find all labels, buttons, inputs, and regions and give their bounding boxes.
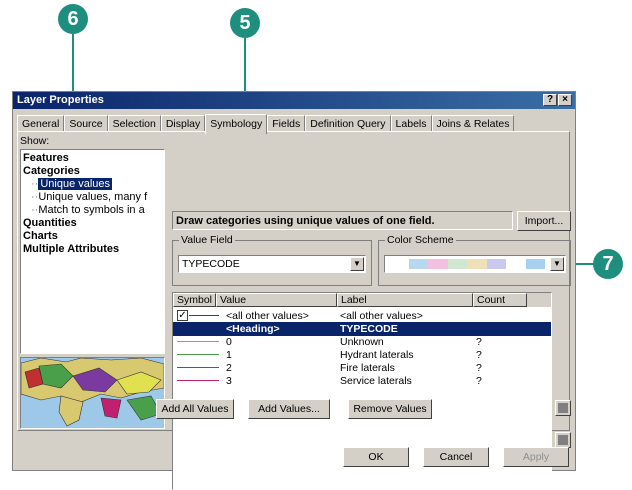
value-field-select[interactable]: TYPECODE ▼ bbox=[178, 255, 366, 273]
title-bar: Layer Properties ? × bbox=[13, 92, 575, 109]
cell-value: <all other values> bbox=[226, 310, 309, 322]
symbol-swatch[interactable] bbox=[189, 315, 219, 316]
help-button[interactable]: ? bbox=[543, 94, 557, 106]
preview-map bbox=[20, 357, 165, 429]
cell-value: 2 bbox=[226, 362, 232, 374]
table-row[interactable]: 0 Unknown? bbox=[173, 335, 551, 349]
close-button[interactable]: × bbox=[558, 94, 572, 106]
cell-count: ? bbox=[476, 375, 482, 387]
table-row[interactable]: 1 Hydrant laterals? bbox=[173, 348, 551, 362]
callout-7: 7 bbox=[593, 249, 623, 279]
cell-label: Fire laterals bbox=[340, 362, 395, 374]
tree-item-unique-values-many[interactable]: ··Unique values, many f bbox=[23, 191, 164, 204]
symbol-swatch[interactable] bbox=[177, 367, 219, 368]
table-heading-row[interactable]: <Heading> TYPECODE bbox=[173, 322, 551, 336]
tab-strip: General Source Selection Display Symbology Fi… bbox=[17, 112, 515, 134]
tab-fields[interactable]: Fields bbox=[267, 115, 306, 132]
show-label: Show: bbox=[20, 135, 50, 147]
col-count[interactable]: Count bbox=[473, 293, 527, 307]
symbol-swatch[interactable] bbox=[177, 354, 219, 355]
tree-item-label: Unique values, many f bbox=[38, 191, 148, 203]
tree-item-quantities[interactable]: Quantities bbox=[23, 217, 164, 230]
tree-item-match-to-symbols[interactable]: ··Match to symbols in a bbox=[23, 204, 164, 217]
tree-item-charts[interactable]: Charts bbox=[23, 230, 164, 243]
tab-labels[interactable]: Labels bbox=[390, 115, 432, 132]
chevron-down-icon[interactable]: ▼ bbox=[550, 257, 564, 271]
col-symbol[interactable]: Symbol bbox=[173, 293, 216, 307]
cell-label: Hydrant laterals bbox=[340, 349, 414, 361]
remove-values-button[interactable]: Remove Values bbox=[348, 399, 432, 419]
cell-label: <all other values> bbox=[340, 310, 423, 322]
add-all-values-button[interactable]: Add All Values bbox=[156, 399, 234, 419]
symbol-swatch[interactable] bbox=[177, 380, 219, 381]
cell-label: Unknown bbox=[340, 336, 384, 348]
move-up-button[interactable] bbox=[555, 400, 571, 416]
tree-item-multiple-attributes[interactable]: Multiple Attributes bbox=[23, 243, 164, 256]
symbology-panel: Show: Features Categories ·· Unique value… bbox=[17, 131, 571, 490]
tab-general[interactable]: General bbox=[17, 115, 65, 132]
cell-label: Service laterals bbox=[340, 375, 412, 387]
tab-joins-relates[interactable]: Joins & Relates bbox=[431, 115, 515, 132]
import-button[interactable]: Import... bbox=[517, 211, 571, 231]
apply-button[interactable]: Apply bbox=[503, 447, 569, 467]
callout-5: 5 bbox=[230, 8, 260, 38]
table-row[interactable]: 3 Service laterals? bbox=[173, 374, 551, 388]
cell-value: 0 bbox=[226, 336, 232, 348]
tab-symbology[interactable]: Symbology bbox=[205, 114, 268, 134]
col-label[interactable]: Label bbox=[337, 293, 473, 307]
tree-item-categories[interactable]: Categories bbox=[23, 165, 164, 178]
tab-definition-query[interactable]: Definition Query bbox=[305, 115, 391, 132]
cancel-button[interactable]: Cancel bbox=[423, 447, 489, 467]
cell-value: <Heading> bbox=[226, 323, 280, 335]
tree-item-label: Unique values bbox=[38, 178, 113, 190]
checkbox-icon[interactable]: ✓ bbox=[177, 310, 188, 321]
tab-source[interactable]: Source bbox=[64, 115, 108, 132]
table-row[interactable]: ✓ <all other values> <all other values> bbox=[173, 309, 551, 323]
value-field-label: Value Field bbox=[179, 234, 235, 246]
ok-button[interactable]: OK bbox=[343, 447, 409, 467]
cell-label: TYPECODE bbox=[340, 323, 398, 335]
add-values-button[interactable]: Add Values... bbox=[248, 399, 330, 419]
tree-item-unique-values[interactable]: ·· Unique values bbox=[23, 178, 164, 191]
callout-6: 6 bbox=[58, 4, 88, 34]
col-value[interactable]: Value bbox=[216, 293, 337, 307]
symbol-swatch[interactable] bbox=[177, 341, 219, 342]
value-field-value: TYPECODE bbox=[182, 258, 240, 270]
description-text: Draw categories using unique values of o… bbox=[176, 215, 435, 227]
move-down-icon bbox=[558, 435, 568, 445]
tree-item-features[interactable]: Features bbox=[23, 152, 164, 165]
cell-count: ? bbox=[476, 336, 482, 348]
tab-selection[interactable]: Selection bbox=[107, 115, 161, 132]
move-down-button[interactable] bbox=[555, 432, 571, 448]
color-scheme-label: Color Scheme bbox=[385, 234, 456, 246]
show-tree: Features Categories ·· Unique values ··Un… bbox=[20, 149, 165, 354]
cell-value: 1 bbox=[226, 349, 232, 361]
cell-count: ? bbox=[476, 349, 482, 361]
cell-count: ? bbox=[476, 362, 482, 374]
tree-item-label: Match to symbols in a bbox=[38, 204, 145, 216]
chevron-down-icon[interactable]: ▼ bbox=[350, 257, 364, 271]
cell-value: 3 bbox=[226, 375, 232, 387]
table-header: Symbol Value Label Count bbox=[173, 293, 551, 307]
window-title: Layer Properties bbox=[17, 94, 104, 106]
map-illustration bbox=[21, 358, 164, 428]
move-up-icon bbox=[558, 403, 568, 413]
color-ramp bbox=[389, 259, 545, 269]
table-row[interactable]: 2 Fire laterals? bbox=[173, 361, 551, 375]
layer-properties-dialog: Layer Properties ? × General Source Select… bbox=[12, 91, 576, 490]
color-scheme-select[interactable]: ▼ bbox=[384, 255, 566, 273]
tab-display[interactable]: Display bbox=[160, 115, 206, 132]
